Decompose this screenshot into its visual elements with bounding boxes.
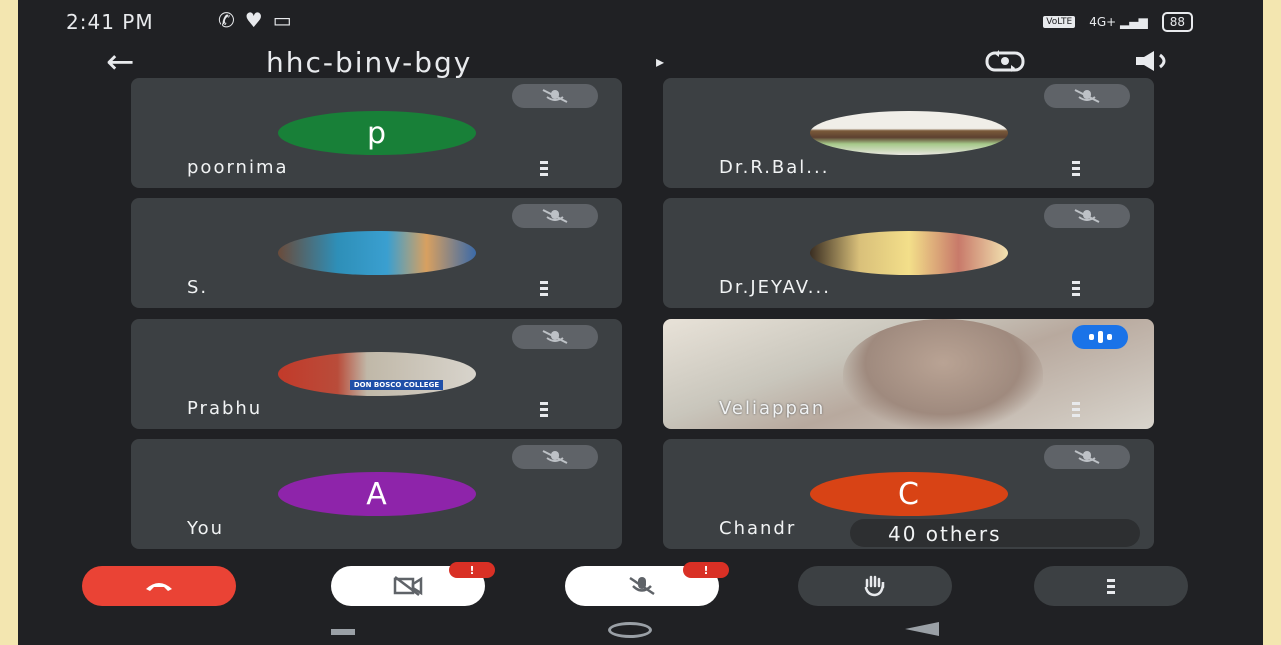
recents-icon[interactable] [331,629,355,635]
participant-tile-bal[interactable]: Dr.R.Bal... [663,78,1154,188]
more-vert-icon [1107,578,1115,594]
right-wallpaper-edge [1263,0,1281,645]
participant-name: You [187,518,225,539]
avatar-banner-text: DON BOSCO COLLEGE [349,380,444,390]
mic-off-icon [512,204,598,228]
avatar: C [809,472,1008,516]
more-vert-icon[interactable] [1072,161,1080,176]
camera-alert-badge: ! [449,562,495,578]
status-time: 2:41 PM [66,10,154,34]
system-status: VoLTE 4G+ ▂▄▆ 88 [1043,12,1193,32]
avatar-photo: DON BOSCO COLLEGE [277,352,476,396]
mic-off-icon [1044,445,1130,469]
participant-tile-prabhu[interactable]: DON BOSCO COLLEGE Prabhu [131,319,622,429]
home-icon[interactable] [608,622,652,638]
more-vert-icon[interactable] [540,161,548,176]
participant-name: Dr.R.Bal... [719,157,830,178]
avatar-photo [277,231,476,275]
more-vert-icon[interactable] [540,281,548,296]
camera-off-icon [393,576,423,596]
participant-tile-poornima[interactable]: p poornima [131,78,622,188]
participant-name: Chandr [719,518,797,539]
more-vert-icon[interactable] [540,402,548,417]
camera-toggle-button[interactable]: ! [331,562,495,606]
participant-tile-you[interactable]: A You [131,439,622,549]
meeting-code[interactable]: hhc-binv-bgy [266,46,472,79]
heart-icon: ♥ [244,8,273,32]
more-vert-icon[interactable] [1072,281,1080,296]
participant-tile-jeyav[interactable]: Dr.JEYAV... [663,198,1154,308]
hand-icon [864,575,885,597]
status-bar: 2:41 PM ✆♥▭ VoLTE 4G+ ▂▄▆ 88 [18,0,1263,44]
participant-name: poornima [187,157,289,178]
participant-name: Prabhu [187,398,263,419]
volte-icon: VoLTE [1043,16,1076,28]
network-type: 4G+ [1089,15,1117,29]
participant-tile-veliappan[interactable]: Veliappan [663,319,1154,429]
participant-name: S. [187,277,209,298]
mic-off-icon [512,445,598,469]
nav-back-icon[interactable] [905,622,939,636]
mic-off-icon [1044,84,1130,108]
mic-toggle-button[interactable]: ! [565,562,729,606]
left-wallpaper-edge [0,0,18,645]
whatsapp-icon: ✆ [218,8,245,32]
more-vert-icon[interactable] [1072,402,1080,417]
video-feed [843,319,1043,429]
others-count-label[interactable]: 40 others [888,522,1002,546]
end-call-icon [146,583,172,591]
avatar: A [277,472,476,516]
participant-name: Dr.JEYAV... [719,277,831,298]
avatar: p [277,111,476,155]
mic-off-icon [512,325,598,349]
mic-off-icon [1044,204,1130,228]
battery-icon: 88 [1161,12,1193,32]
raise-hand-button[interactable] [798,566,952,606]
back-arrow-icon[interactable]: ← [106,44,135,80]
mic-off-icon [629,576,655,596]
battery-level: 88 [1169,15,1185,29]
participant-name: Veliappan [719,398,826,419]
more-options-button[interactable] [1034,566,1188,606]
switch-camera-icon[interactable] [970,44,1040,78]
avatar-photo [809,231,1008,275]
caret-right-icon[interactable]: ▸ [656,52,664,71]
notification-icons: ✆♥▭ [218,8,302,32]
speaking-indicator-icon [1072,325,1128,349]
participant-tile-s[interactable]: S. [131,198,622,308]
android-nav-bar [18,612,1263,645]
video-icon: ▭ [272,8,302,32]
speaker-icon[interactable] [1124,44,1184,78]
signal-icon: 4G+ ▂▄▆ [1089,15,1148,29]
mic-alert-badge: ! [683,562,729,578]
avatar-photo [809,111,1008,155]
end-call-button[interactable] [82,566,236,606]
mic-off-icon [512,84,598,108]
